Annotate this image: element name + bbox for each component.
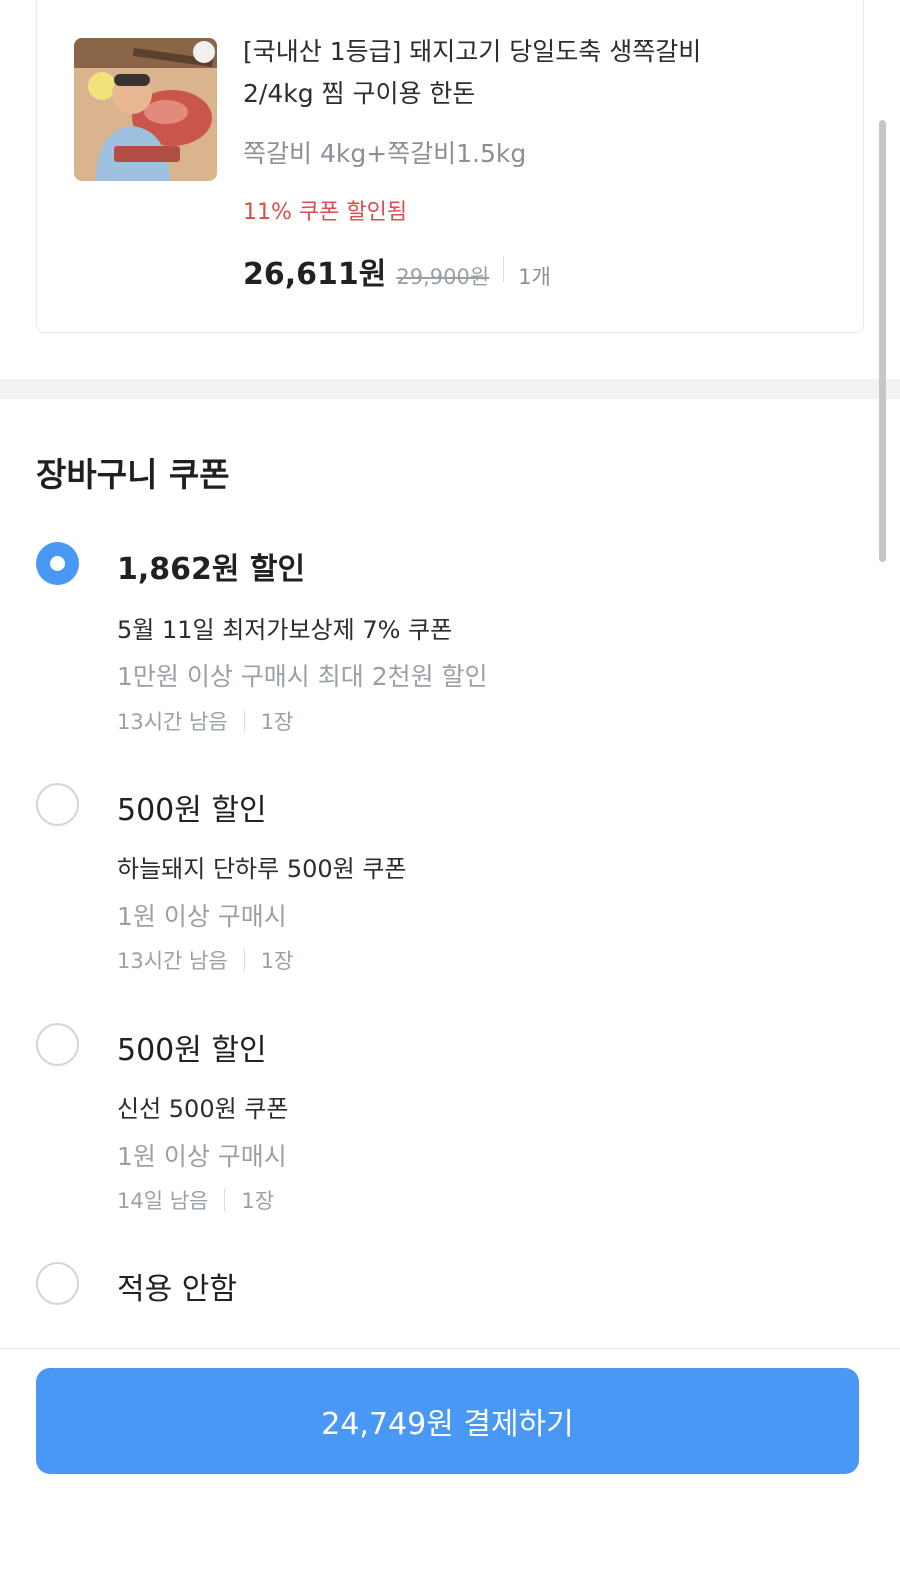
coupon-name: 신선 500원 쿠폰 bbox=[117, 1095, 289, 1123]
radio-selected-icon[interactable] bbox=[36, 542, 79, 585]
coupon-remaining: 13시간 남음 bbox=[117, 949, 228, 973]
product-title-line-2: 2/4kg 찜 구이용 한돈 bbox=[243, 79, 476, 108]
product-title[interactable]: [국내산 1등급] 돼지고기 당일도축 생쪽갈비 2/4kg 찜 구이용 한돈 bbox=[243, 31, 843, 115]
original-price: 29,900원 bbox=[396, 265, 490, 289]
coupon-meta: 14일 남음 1장 bbox=[117, 1185, 274, 1215]
scrollbar[interactable] bbox=[879, 120, 886, 562]
radio-unselected-icon[interactable] bbox=[36, 1262, 79, 1305]
product-card: [국내산 1등급] 돼지고기 당일도축 생쪽갈비 2/4kg 찜 구이용 한돈 … bbox=[36, 0, 864, 333]
radio-unselected-icon[interactable] bbox=[36, 783, 79, 826]
coupon-count: 1장 bbox=[241, 1189, 275, 1213]
no-coupon-label: 적용 안함 bbox=[117, 1272, 237, 1307]
meta-divider bbox=[224, 1189, 226, 1211]
coupon-select-page: [국내산 1등급] 돼지고기 당일도축 생쪽갈비 2/4kg 찜 구이용 한돈 … bbox=[0, 0, 900, 1579]
coupon-remaining: 14일 남음 bbox=[117, 1189, 209, 1213]
coupon-condition: 1원 이상 구매시 bbox=[117, 1142, 287, 1171]
coupon-remaining: 13시간 남음 bbox=[117, 710, 228, 734]
section-title: 장바구니 쿠폰 bbox=[36, 455, 230, 494]
coupon-meta: 13시간 남음 1장 bbox=[117, 945, 293, 975]
radio-unselected-icon[interactable] bbox=[36, 1023, 79, 1066]
coupon-condition: 1원 이상 구매시 bbox=[117, 902, 287, 931]
coupon-count: 1장 bbox=[260, 710, 294, 734]
meta-divider bbox=[243, 710, 245, 732]
coupon-amount: 1,862원 할인 bbox=[117, 552, 306, 587]
price-row: 26,611원 29,900원 1개 bbox=[243, 249, 551, 292]
product-option: 쪽갈비 4kg+쪽갈비1.5kg bbox=[243, 139, 527, 168]
current-price: 26,611원 bbox=[243, 257, 387, 292]
coupon-amount: 500원 할인 bbox=[117, 793, 267, 828]
quantity-label: 1개 bbox=[518, 265, 551, 289]
price-divider bbox=[503, 256, 505, 282]
product-title-line-1: [국내산 1등급] 돼지고기 당일도축 생쪽갈비 bbox=[243, 37, 702, 66]
bottom-divider bbox=[0, 1348, 900, 1349]
coupon-count: 1장 bbox=[260, 949, 294, 973]
coupon-amount: 500원 할인 bbox=[117, 1033, 267, 1068]
meta-divider bbox=[243, 949, 245, 971]
pay-button[interactable]: 24,749원 결제하기 bbox=[36, 1368, 859, 1474]
coupon-meta: 13시간 남음 1장 bbox=[117, 706, 293, 736]
section-separator bbox=[0, 379, 900, 399]
coupon-condition: 1만원 이상 구매시 최대 2천원 할인 bbox=[117, 662, 488, 691]
product-discount-label: 11% 쿠폰 할인됨 bbox=[243, 200, 408, 225]
coupon-name: 5월 11일 최저가보상제 7% 쿠폰 bbox=[117, 616, 453, 644]
product-thumbnail bbox=[74, 38, 217, 181]
coupon-name: 하늘돼지 단하루 500원 쿠폰 bbox=[117, 855, 407, 883]
